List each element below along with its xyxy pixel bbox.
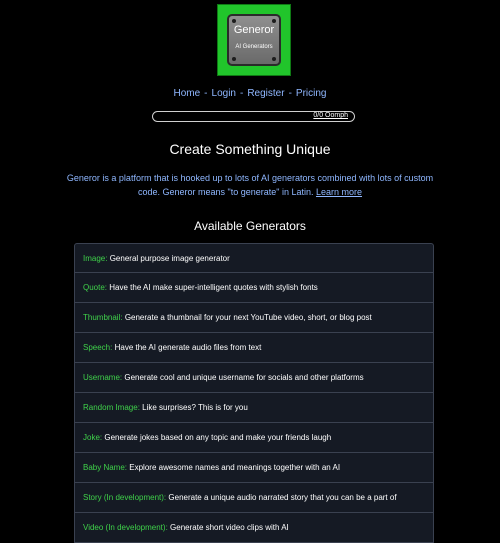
generator-name: Thumbnail: [83,313,123,322]
page-description: Generor is a platform that is hooked up … [60,171,440,199]
nav-home-link[interactable]: Home [173,88,200,99]
generator-description: General purpose image generator [109,254,230,263]
generator-description: Have the AI make super-intelligent quote… [109,283,318,292]
screw-icon [232,19,236,23]
generator-description: Have the AI generate audio files from te… [114,343,262,352]
nav-separator: - [204,88,208,99]
generator-description: Generate a unique audio narrated story t… [168,493,397,502]
oomph-label[interactable]: 0/0 Oomph [313,112,348,119]
screw-icon [272,19,276,23]
generator-item[interactable]: Joke: Generate jokes based on any topic … [74,423,434,453]
generator-item[interactable]: Username: Generate cool and unique usern… [74,363,434,393]
logo-title: Generor [233,24,275,36]
generator-description: Explore awesome names and meanings toget… [129,463,341,472]
generator-name: Baby Name: [83,463,128,472]
main-nav: Home - Login - Register - Pricing [0,88,500,99]
generator-name: Quote: [83,283,108,292]
generator-item[interactable]: Baby Name: Explore awesome names and mea… [74,453,434,483]
generator-name: Speech: [83,343,113,352]
logo-badge: Generor AI Generators [227,14,281,66]
generator-description: Generate jokes based on any topic and ma… [104,433,332,442]
generator-description: Like surprises? This is for you [142,403,248,412]
learn-more-link[interactable]: Learn more [316,187,362,197]
generator-description: Generate a thumbnail for your next YouTu… [124,313,372,322]
nav-register-link[interactable]: Register [247,88,284,99]
generator-name: Image: [83,254,108,263]
nav-separator: - [288,88,292,99]
generator-name: Joke: [83,433,103,442]
generator-item[interactable]: Random Image: Like surprises? This is fo… [74,393,434,423]
generator-item[interactable]: Story (In development): Generate a uniqu… [74,483,434,513]
screw-icon [232,57,236,61]
generator-item[interactable]: Speech: Have the AI generate audio files… [74,333,434,363]
nav-login-link[interactable]: Login [212,88,236,99]
generators-heading: Available Generators [194,219,306,233]
generator-name: Random Image: [83,403,140,412]
logo[interactable]: Generor AI Generators [217,4,291,76]
oomph-meter[interactable]: 0/0 Oomph [152,111,355,122]
generator-item[interactable]: Quote: Have the AI make super-intelligen… [74,273,434,303]
logo-subtitle: AI Generators [235,44,273,50]
generator-name: Username: [83,373,123,382]
generator-list: Image: General purpose image generator Qu… [74,243,434,543]
generator-item[interactable]: Video (In development): Generate short v… [74,513,434,543]
generator-item[interactable]: Thumbnail: Generate a thumbnail for your… [74,303,434,333]
generator-name: Story (In development): [83,493,167,502]
nav-pricing-link[interactable]: Pricing [296,88,327,99]
generator-description: Generate cool and unique username for so… [124,373,364,382]
screw-icon [272,57,276,61]
description-text: Generor is a platform that is hooked up … [66,173,434,197]
generator-item[interactable]: Image: General purpose image generator [74,243,434,273]
page-title: Create Something Unique [169,141,331,157]
nav-separator: - [239,88,244,99]
